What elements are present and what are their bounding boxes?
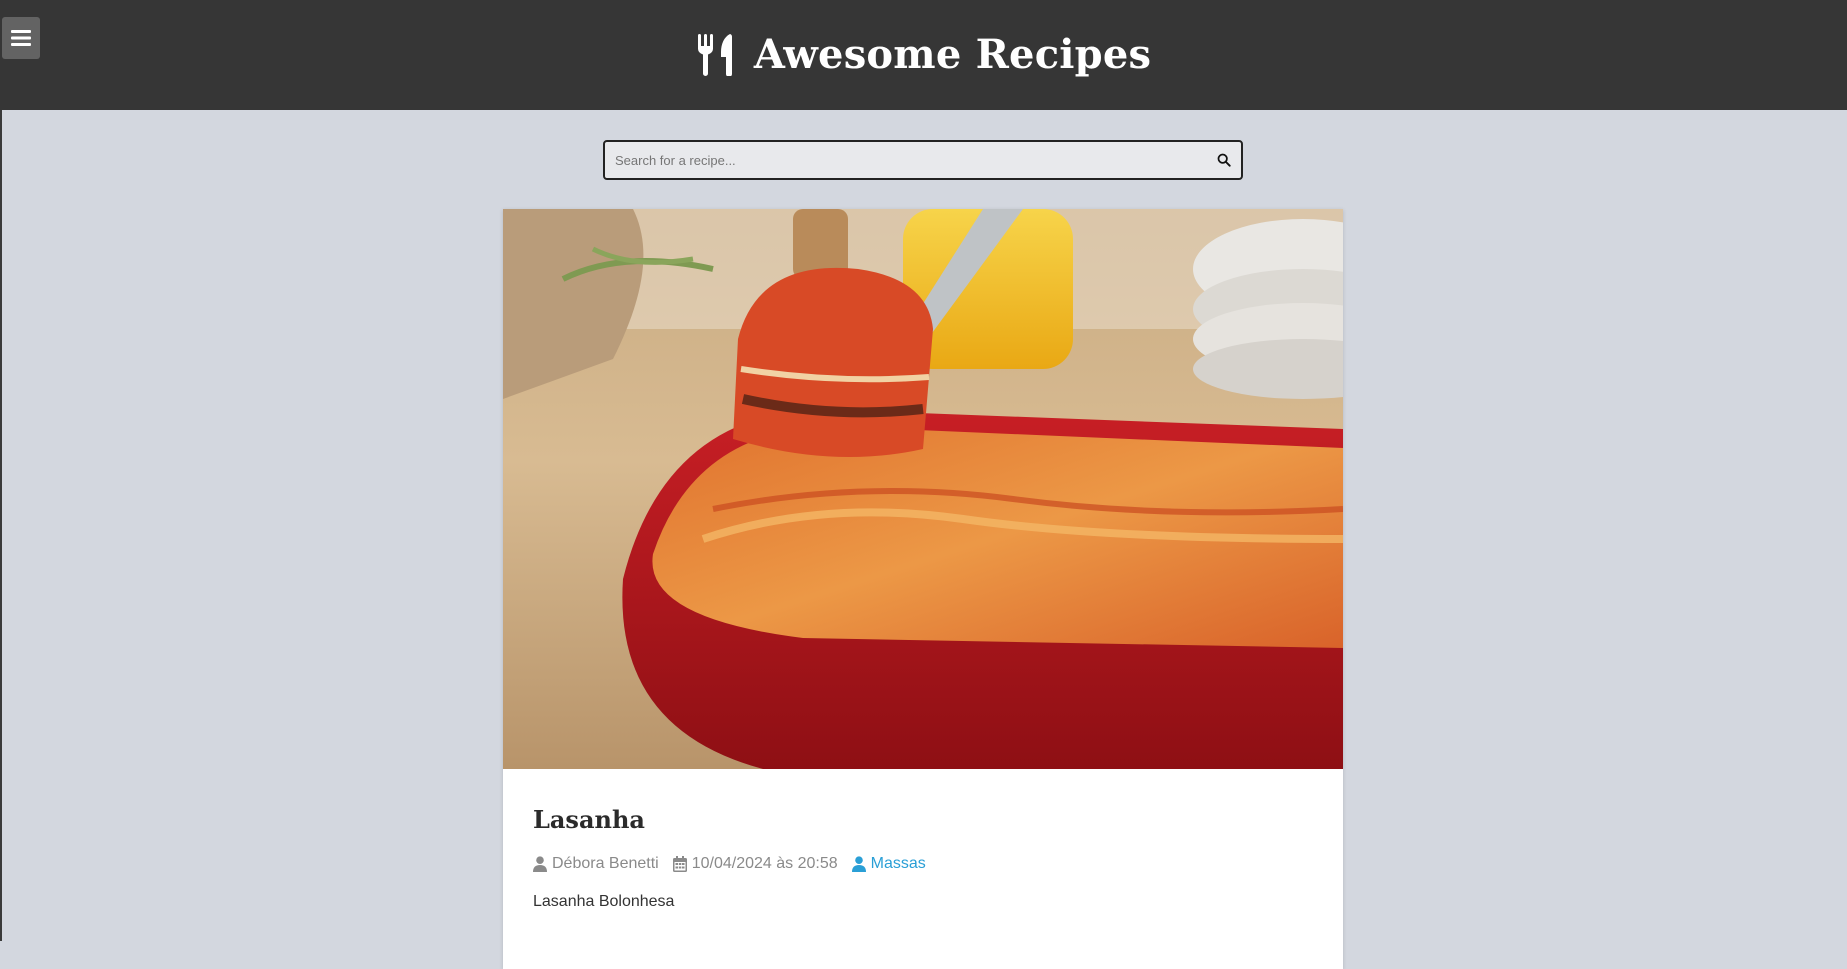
calendar-icon xyxy=(672,856,687,872)
search-icon xyxy=(1217,153,1231,167)
user-icon xyxy=(533,856,547,872)
recipe-card: Lasanha Débora Benetti 10/04/2024 às 20:… xyxy=(503,209,1343,969)
search-button[interactable] xyxy=(1213,149,1235,171)
site-title: Awesome Recipes xyxy=(753,30,1152,78)
utensils-icon xyxy=(697,34,732,76)
recipe-title[interactable]: Lasanha xyxy=(533,805,645,834)
category-link[interactable]: Massas xyxy=(851,855,926,873)
search-input[interactable] xyxy=(605,142,1195,178)
user-icon xyxy=(851,856,866,872)
date-meta: 10/04/2024 às 20:58 xyxy=(672,855,838,873)
search-bar xyxy=(603,140,1243,180)
top-header: Awesome Recipes xyxy=(0,0,1847,110)
left-border xyxy=(0,110,2,941)
category-label: Massas xyxy=(870,855,926,872)
recipe-meta: Débora Benetti 10/04/2024 às 20:58 Massa… xyxy=(533,854,940,874)
recipe-description: Lasanha Bolonhesa xyxy=(533,893,675,910)
recipe-image[interactable] xyxy=(503,209,1343,769)
author-meta: Débora Benetti xyxy=(533,855,659,873)
brand[interactable]: Awesome Recipes xyxy=(0,24,1847,84)
author-name: Débora Benetti xyxy=(552,855,659,872)
lasagna-photo xyxy=(503,209,1343,769)
recipe-date: 10/04/2024 às 20:58 xyxy=(691,855,838,872)
